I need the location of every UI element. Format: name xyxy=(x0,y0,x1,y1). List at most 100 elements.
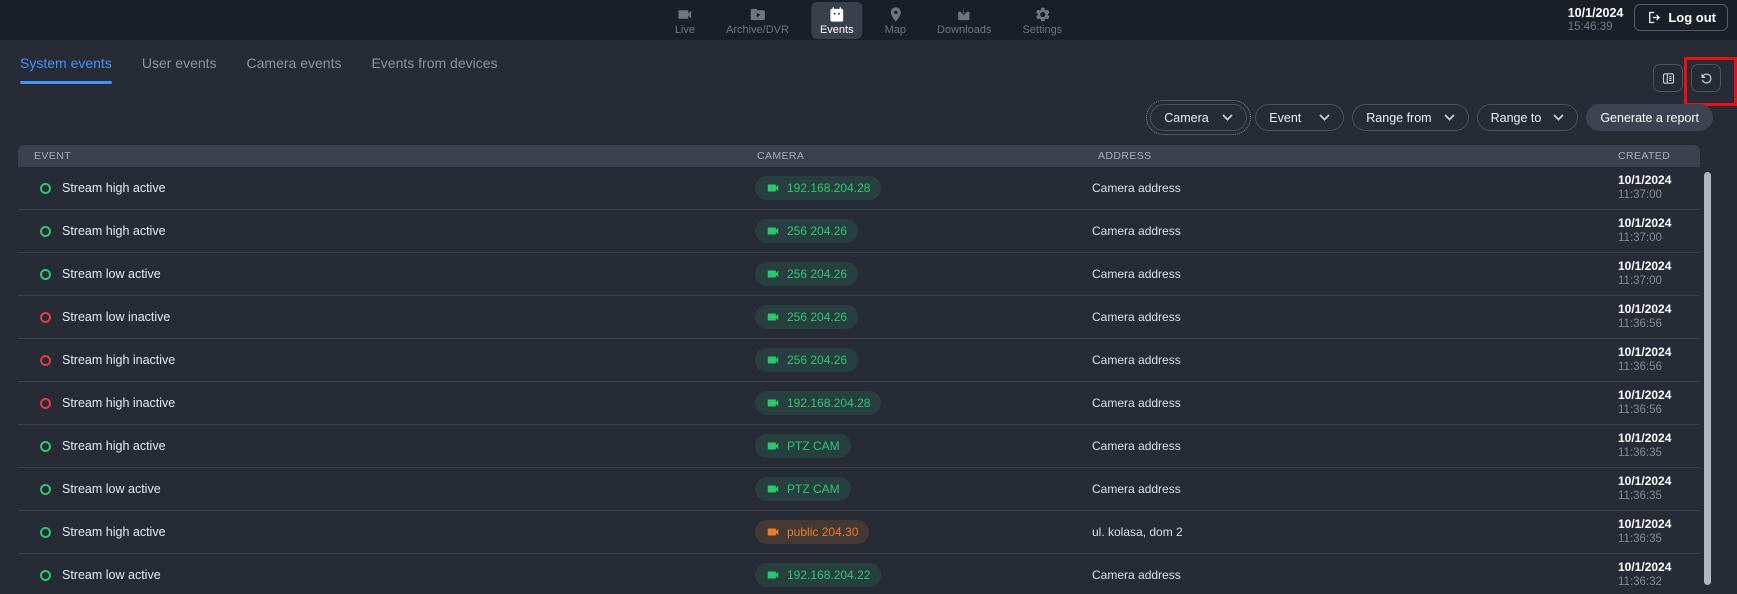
refresh-button[interactable] xyxy=(1691,64,1721,92)
range-to-dropdown[interactable]: Range to xyxy=(1477,104,1579,131)
camera-name: 192.168.204.28 xyxy=(787,181,870,195)
nav-label: Map xyxy=(885,24,906,36)
created-cell: 10/1/202411:36:32 xyxy=(1600,560,1700,590)
datetime-display: 10/1/2024 15:46:39 xyxy=(1568,4,1624,34)
table-row[interactable]: Stream low active 192.168.204.22 Camera … xyxy=(18,554,1700,594)
refresh-icon xyxy=(1699,71,1714,86)
tab-events-from-devices[interactable]: Events from devices xyxy=(371,55,497,84)
status-ring-icon xyxy=(40,269,51,280)
events-table: EVENT CAMERA ADDRESS CREATED Stream high… xyxy=(18,145,1700,594)
tab-camera-events[interactable]: Camera events xyxy=(247,55,342,84)
table-row[interactable]: Stream high active 256 204.26 Camera add… xyxy=(18,210,1700,253)
camera-tag: PTZ CAM xyxy=(755,477,851,501)
settings-gear-icon xyxy=(1034,6,1051,23)
nav-item-live[interactable]: Live xyxy=(666,2,704,39)
status-ring-icon xyxy=(40,527,51,538)
created-date: 10/1/2024 xyxy=(1618,302,1700,317)
status-ring-icon xyxy=(40,183,51,194)
nav-label: Downloads xyxy=(937,24,991,36)
nav-item-events[interactable]: Events xyxy=(811,2,863,39)
table-row[interactable]: Stream low active PTZ CAM Camera address… xyxy=(18,468,1700,511)
events-calendar-icon xyxy=(828,6,845,23)
downloads-icon xyxy=(956,6,973,23)
current-time: 15:46:39 xyxy=(1568,20,1624,34)
chevron-down-icon xyxy=(1553,114,1564,121)
status-ring-icon xyxy=(40,312,51,323)
table-row[interactable]: Stream low active 256 204.26 Camera addr… xyxy=(18,253,1700,296)
table-row[interactable]: Stream high active 192.168.204.28 Camera… xyxy=(18,167,1700,210)
range-from-label: Range from xyxy=(1366,111,1431,125)
event-name: Stream high active xyxy=(62,224,166,238)
event-filter-dropdown[interactable]: Event xyxy=(1255,104,1344,131)
camera-name: 256 204.26 xyxy=(787,310,847,324)
camera-icon xyxy=(766,482,780,496)
camera-address: Camera address xyxy=(1090,181,1600,195)
status-ring-icon xyxy=(40,484,51,495)
camera-address: Camera address xyxy=(1090,267,1600,281)
created-date: 10/1/2024 xyxy=(1618,345,1700,360)
event-name: Stream high active xyxy=(62,181,166,195)
camera-icon xyxy=(766,439,780,453)
created-time: 11:36:56 xyxy=(1618,403,1700,418)
camera-filter-dropdown[interactable]: Camera xyxy=(1150,104,1247,131)
camera-address: Camera address xyxy=(1090,568,1600,582)
event-name: Stream low inactive xyxy=(62,310,170,324)
app-window: Live Archive/DVR Events Map Downloads Se… xyxy=(0,0,1737,594)
camera-tag: 192.168.204.22 xyxy=(755,563,881,587)
generate-report-button[interactable]: Generate a report xyxy=(1586,104,1713,131)
event-name: Stream low active xyxy=(62,482,161,496)
created-cell: 10/1/202411:36:56 xyxy=(1600,345,1700,375)
created-time: 11:36:35 xyxy=(1618,532,1700,547)
nav-label: Events xyxy=(820,24,854,36)
event-name: Stream high active xyxy=(62,439,166,453)
created-time: 11:37:00 xyxy=(1618,231,1700,246)
event-filter-label: Event xyxy=(1269,111,1301,125)
vertical-scrollbar[interactable] xyxy=(1704,172,1711,585)
created-cell: 10/1/202411:37:00 xyxy=(1600,173,1700,203)
tab-user-events[interactable]: User events xyxy=(142,55,217,84)
camera-icon xyxy=(766,396,780,410)
status-ring-icon xyxy=(40,398,51,409)
table-row[interactable]: Stream high active public 204.30 ul. kol… xyxy=(18,511,1700,554)
created-cell: 10/1/202411:36:35 xyxy=(1600,431,1700,461)
camera-address: Camera address xyxy=(1090,482,1600,496)
event-name: Stream low active xyxy=(62,267,161,281)
camera-tag: 256 204.26 xyxy=(755,348,858,372)
logout-button[interactable]: Log out xyxy=(1634,4,1728,31)
camera-tag: PTZ CAM xyxy=(755,434,851,458)
table-row[interactable]: Stream low inactive 256 204.26 Camera ad… xyxy=(18,296,1700,339)
nav-label: Live xyxy=(675,24,695,36)
nav-item-map[interactable]: Map xyxy=(876,2,915,39)
videocam-icon xyxy=(676,6,693,23)
chevron-down-icon xyxy=(1444,114,1455,121)
event-name: Stream high active xyxy=(62,525,166,539)
camera-icon xyxy=(766,525,780,539)
table-row[interactable]: Stream high inactive 256 204.26 Camera a… xyxy=(18,339,1700,382)
created-date: 10/1/2024 xyxy=(1618,431,1700,446)
camera-address: Camera address xyxy=(1090,224,1600,238)
table-row[interactable]: Stream high inactive 192.168.204.28 Came… xyxy=(18,382,1700,425)
table-row[interactable]: Stream high active PTZ CAM Camera addres… xyxy=(18,425,1700,468)
toolbar-icon-buttons xyxy=(1653,64,1721,92)
table-view-button[interactable] xyxy=(1653,64,1683,92)
event-name: Stream high inactive xyxy=(62,396,175,410)
camera-name: PTZ CAM xyxy=(787,482,840,496)
range-from-dropdown[interactable]: Range from xyxy=(1352,104,1468,131)
nav-item-settings[interactable]: Settings xyxy=(1013,2,1071,39)
nav-item-archive-dvr[interactable]: Archive/DVR xyxy=(717,2,798,39)
status-ring-icon xyxy=(40,570,51,581)
camera-address: Camera address xyxy=(1090,310,1600,324)
camera-tag: 256 204.26 xyxy=(755,305,858,329)
camera-name: 256 204.26 xyxy=(787,224,847,238)
created-cell: 10/1/202411:36:56 xyxy=(1600,302,1700,332)
camera-name: 192.168.204.28 xyxy=(787,396,870,410)
camera-address: ul. kolasa, dom 2 xyxy=(1090,525,1600,539)
tab-system-events[interactable]: System events xyxy=(20,55,112,84)
created-date: 10/1/2024 xyxy=(1618,474,1700,489)
created-time: 11:37:00 xyxy=(1618,274,1700,289)
camera-name: PTZ CAM xyxy=(787,439,840,453)
created-date: 10/1/2024 xyxy=(1618,560,1700,575)
camera-tag: 256 204.26 xyxy=(755,262,858,286)
nav-item-downloads[interactable]: Downloads xyxy=(928,2,1000,39)
camera-address: Camera address xyxy=(1090,396,1600,410)
